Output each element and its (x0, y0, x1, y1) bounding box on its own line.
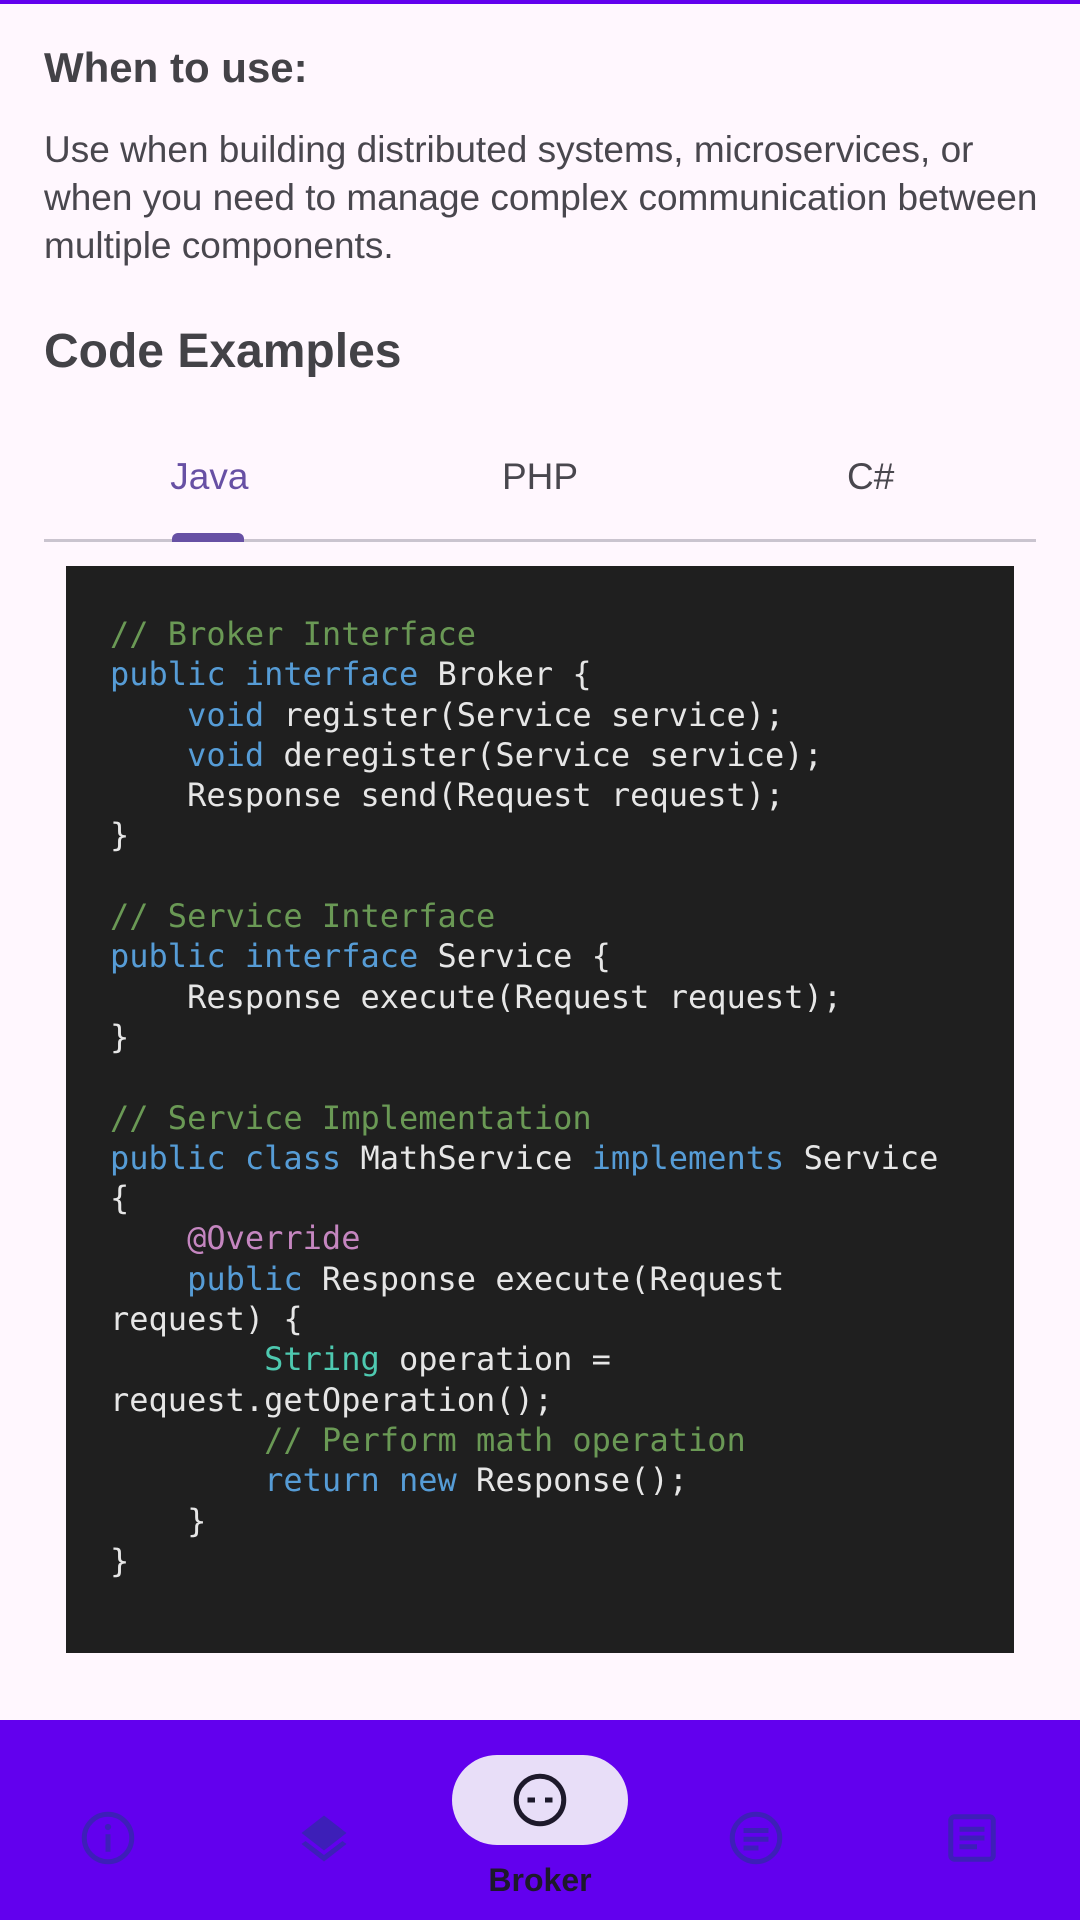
code-line: public class MathService implements Serv… (110, 1138, 1014, 1178)
code-token-keyword: interface (244, 655, 419, 694)
code-token-keyword: void (187, 695, 265, 734)
code-token-plain: Response send(Request request); (110, 776, 785, 815)
code-line: request) { (110, 1299, 1014, 1339)
code-line: return new Response(); (110, 1460, 1014, 1500)
nav-item-broker[interactable]: Broker (432, 1720, 648, 1920)
code-token-plain: } (110, 1017, 130, 1056)
code-token-plain: Response(); (456, 1461, 688, 1500)
tab-php[interactable]: PHP (375, 430, 706, 539)
code-token-plain: } (110, 816, 130, 855)
code-token-comment: // Broker Interface (110, 615, 477, 653)
nav-item-info[interactable] (0, 1720, 216, 1920)
code-line: public interface Service { (110, 936, 1014, 976)
active-nav-pill (452, 1755, 628, 1845)
code-token-plain: request.getOperation(); (110, 1380, 554, 1419)
article-icon (948, 1814, 996, 1862)
language-tabs: Java PHP C# (44, 430, 1036, 542)
code-content: // Broker Interface public interface Brok… (110, 614, 1014, 1581)
code-line: public Response execute(Request (110, 1259, 1014, 1299)
code-token-type: String (264, 1340, 380, 1379)
code-line: public interface Broker { (110, 654, 1014, 694)
tab-csharp[interactable]: C# (705, 430, 1036, 539)
code-line: // Service Interface (110, 896, 1014, 936)
tab-java-label: Java (170, 456, 249, 497)
tab-csharp-label: C# (847, 456, 895, 497)
nav-item-layers[interactable] (216, 1720, 432, 1920)
code-token-plain: } (110, 1501, 207, 1540)
code-token-plain: { (110, 1179, 130, 1218)
code-token-plain: Response execute(Request (302, 1259, 785, 1298)
code-token-keyword: void (187, 735, 265, 774)
nav-item-notes[interactable] (648, 1720, 864, 1920)
info-icon (81, 1811, 135, 1865)
code-token-plain: Broker { (418, 655, 592, 694)
tab-java[interactable]: Java (44, 430, 375, 542)
code-line: } (110, 1501, 1014, 1541)
code-line: } (110, 1017, 1014, 1057)
code-token-plain: MathService (341, 1138, 592, 1177)
code-token-keyword: interface (244, 937, 419, 976)
code-token-keyword: new (398, 1461, 457, 1500)
code-token-plain: request) { (110, 1300, 303, 1339)
notes-icon (729, 1811, 783, 1865)
code-token-keyword: class (244, 1138, 342, 1177)
when-to-use-description: Use when building distributed systems, m… (44, 129, 1038, 266)
layers-icon (301, 1815, 347, 1862)
code-block: // Broker Interface public interface Brok… (66, 566, 1014, 1653)
nav-item-article[interactable] (864, 1720, 1080, 1920)
code-line: Response execute(Request request); (110, 977, 1014, 1017)
code-token-comment: // Perform math operation (264, 1420, 746, 1459)
code-token-plain: operation = (379, 1340, 611, 1379)
code-line: void register(Service service); (110, 695, 1014, 735)
code-line: } (110, 1541, 1014, 1581)
top-accent-line (0, 0, 1080, 4)
code-line: Response send(Request request); (110, 775, 1014, 815)
active-tab-indicator (172, 533, 244, 542)
code-examples-heading: Code Examples (44, 325, 402, 378)
code-token-comment: // Service Implementation (110, 1098, 592, 1137)
code-line: // Perform math operation (110, 1420, 1014, 1460)
code-line: // Service Implementation (110, 1098, 1014, 1138)
code-token-plain: register(Service service); (264, 695, 785, 734)
code-token-keyword: public (110, 937, 226, 976)
code-line: @Override (110, 1218, 1014, 1258)
code-token-keyword: implements (591, 1138, 785, 1177)
code-token-plain: deregister(Service service); (264, 735, 823, 774)
code-token-comment: // Service Interface (110, 897, 496, 936)
code-token-plain: Service { (418, 937, 611, 976)
code-token-keyword: public (187, 1259, 303, 1298)
code-line: { (110, 1178, 1014, 1218)
code-token-keyword: public (110, 1138, 226, 1177)
bottom-navigation-bar: Broker (0, 1720, 1080, 1920)
code-line: void deregister(Service service); (110, 735, 1014, 775)
code-line: } (110, 815, 1014, 855)
code-token-plain: Service (784, 1138, 939, 1177)
code-token-plain: } (110, 1541, 130, 1580)
code-token-annot: @Override (187, 1219, 361, 1258)
when-to-use-heading: When to use: (44, 44, 308, 91)
code-line: // Broker Interface (110, 614, 1014, 654)
nav-label-broker: Broker (488, 1862, 592, 1898)
broker-face-icon (513, 1773, 567, 1827)
tab-php-label: PHP (501, 456, 579, 497)
code-token-keyword: return (264, 1461, 380, 1500)
code-line: String operation = (110, 1339, 1014, 1379)
code-token-keyword: public (110, 655, 226, 694)
code-token-plain: Response execute(Request request); (110, 977, 843, 1016)
code-line: request.getOperation(); (110, 1380, 1014, 1420)
